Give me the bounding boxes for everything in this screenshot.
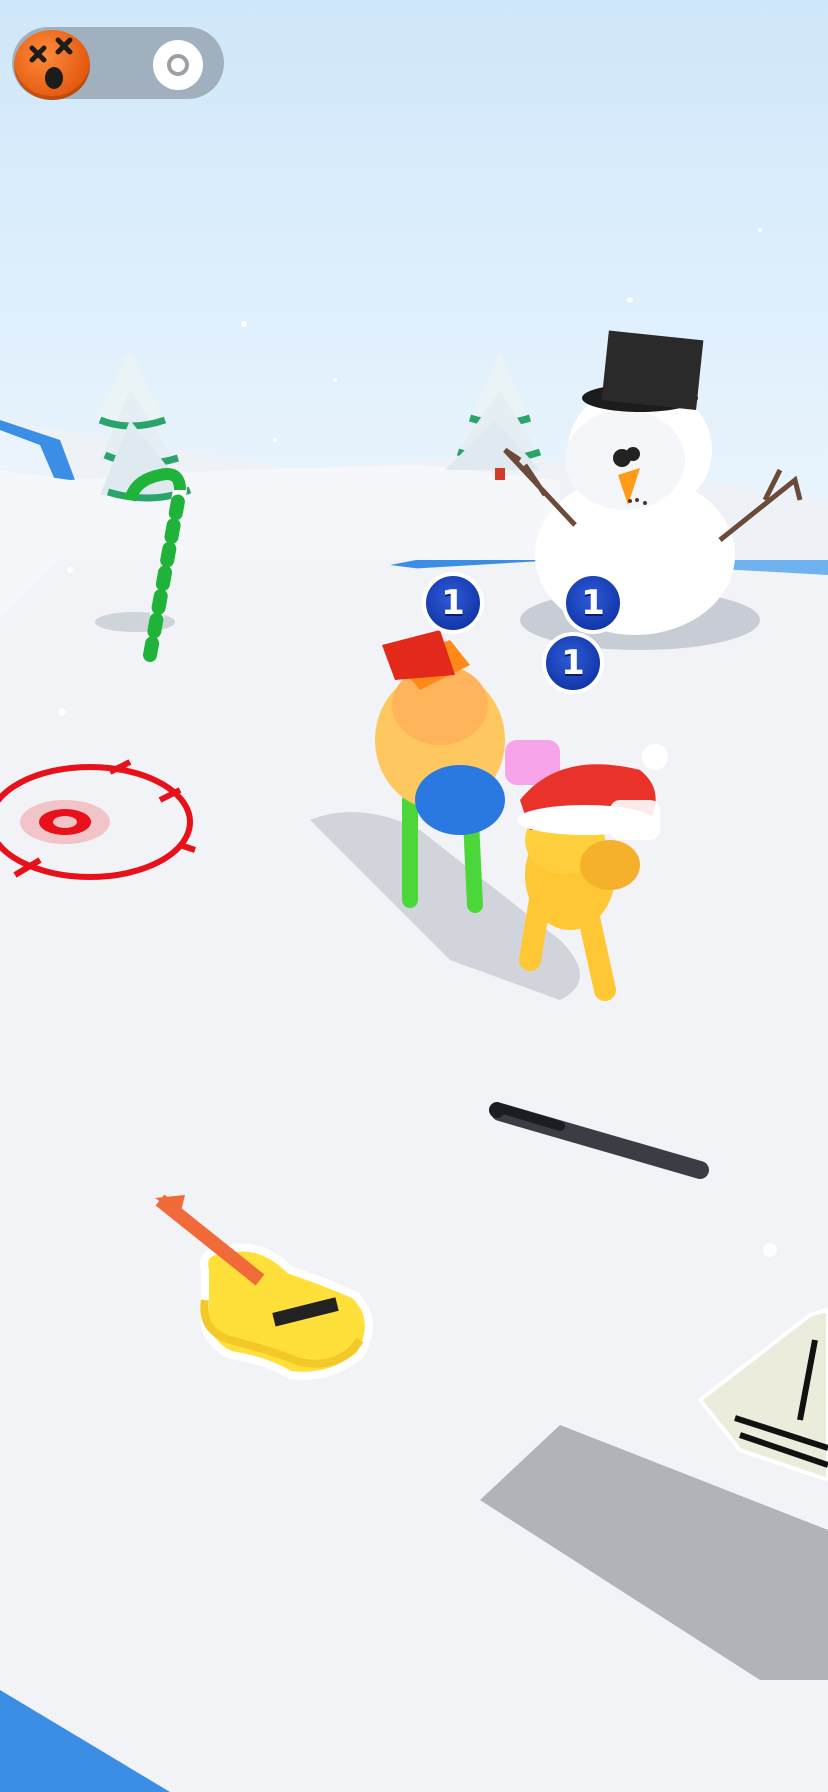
hit-counter: 1 bbox=[562, 572, 624, 634]
dizzy-face-icon[interactable] bbox=[14, 30, 90, 100]
hit-counter: 1 bbox=[422, 572, 484, 634]
ring-toggle-icon[interactable] bbox=[153, 40, 203, 90]
game-scene bbox=[0, 0, 828, 1792]
hit-counter: 1 bbox=[542, 632, 604, 694]
